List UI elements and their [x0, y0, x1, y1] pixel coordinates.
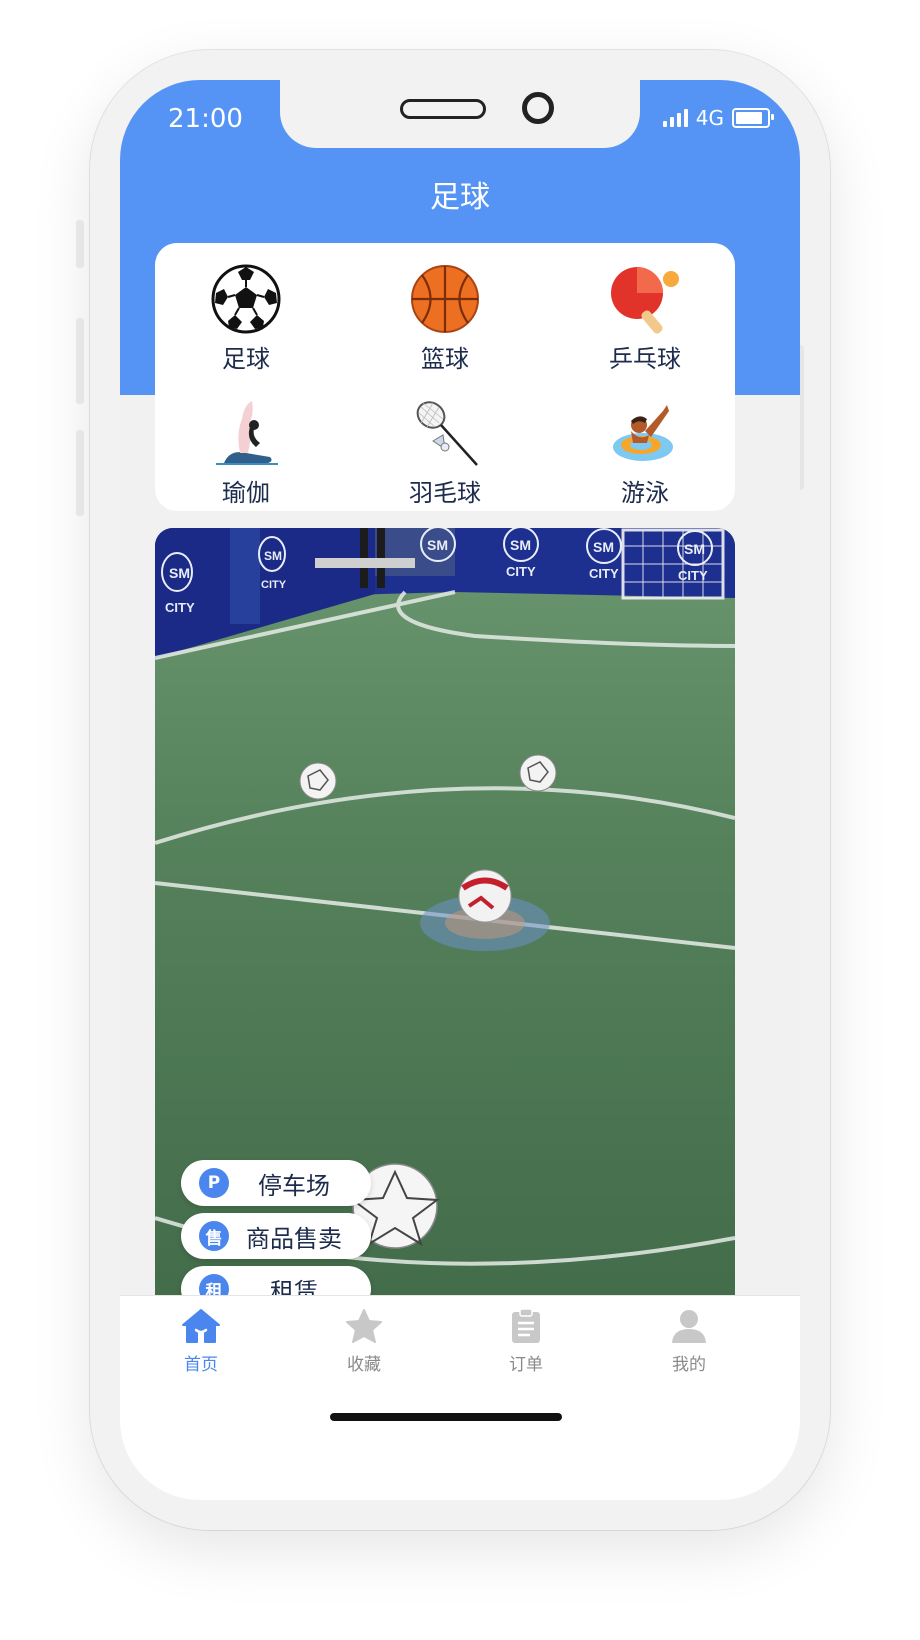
ping-pong-icon: [611, 267, 679, 334]
category-label: 羽毛球: [409, 479, 481, 507]
tab-label: 首页: [184, 1355, 218, 1375]
wall-logo-top: SM: [684, 541, 705, 557]
category-label: 瑜伽: [222, 479, 270, 507]
wall-logo-top: SM: [593, 539, 614, 555]
category-swimming[interactable]: 游泳: [550, 397, 740, 508]
basketball-icon: [411, 265, 479, 333]
volume-up-button: [76, 318, 84, 404]
clipboard-icon: [512, 1308, 540, 1343]
battery-icon: [732, 108, 774, 128]
soccer-ball-icon: [211, 264, 281, 334]
tab-profile[interactable]: 我的: [629, 1308, 749, 1375]
swimming-icon: [613, 405, 673, 461]
category-badminton[interactable]: 羽毛球: [350, 397, 540, 508]
parking-button[interactable]: P 停车场: [181, 1160, 371, 1206]
tab-label: 收藏: [347, 1355, 381, 1375]
tab-orders[interactable]: 订单: [466, 1308, 586, 1375]
notch: [280, 80, 640, 148]
category-ping-pong[interactable]: 乒乓球: [550, 263, 740, 374]
wall-logo-top: SM: [510, 537, 531, 553]
home-icon: [182, 1309, 220, 1343]
front-camera: [522, 92, 554, 124]
badminton-icon: [416, 401, 478, 466]
status-indicators: 4G: [662, 106, 774, 130]
parking-icon: P: [199, 1168, 229, 1198]
app-screen: 21:00 4G 足球 足球 篮球 乒乓球 瑜伽 羽毛球 游泳 SM CITY …: [120, 80, 800, 1500]
product-sale-label: 商品售卖: [246, 1224, 342, 1253]
category-label: 乒乓球: [609, 345, 681, 373]
category-label: 篮球: [421, 345, 469, 373]
category-soccer[interactable]: 足球: [151, 263, 341, 374]
user-icon: [672, 1310, 706, 1343]
category-grid: 足球 篮球 乒乓球 瑜伽 羽毛球 游泳: [155, 243, 735, 511]
yoga-icon: [216, 401, 278, 465]
speaker-grille: [400, 99, 486, 119]
banner-image[interactable]: SM CITY SM CITY SM SM CITY SM CITY SM CI…: [155, 528, 735, 1308]
category-label: 足球: [222, 345, 270, 373]
parking-label: 停车场: [258, 1171, 330, 1200]
category-yoga[interactable]: 瑜伽: [151, 397, 341, 508]
category-label: 游泳: [621, 479, 669, 507]
wall-logo-bottom: CITY: [589, 566, 619, 581]
category-basketball[interactable]: 篮球: [350, 263, 540, 374]
tab-label: 订单: [509, 1355, 543, 1375]
tab-label: 我的: [672, 1355, 706, 1375]
signal-icon: [662, 109, 688, 127]
bottom-tab-bar: 首页 收藏 订单 我的: [120, 1295, 800, 1500]
tab-home[interactable]: 首页: [141, 1308, 261, 1375]
sale-icon: 售: [199, 1221, 229, 1251]
wall-logo-bottom: CITY: [165, 600, 195, 615]
star-icon: [346, 1309, 382, 1343]
mute-switch: [76, 220, 84, 268]
home-indicator[interactable]: [330, 1413, 562, 1421]
wall-logo-top: SM: [264, 549, 282, 563]
wall-logo-bottom: CITY: [261, 579, 287, 591]
wall-logo-top: SM: [427, 537, 448, 553]
wall-logo-top: SM: [169, 565, 190, 581]
tab-favorites[interactable]: 收藏: [304, 1308, 424, 1375]
wall-logo-bottom: CITY: [506, 564, 536, 579]
volume-down-button: [76, 430, 84, 516]
status-time: 21:00: [168, 104, 243, 134]
page-title: 足球: [430, 180, 490, 215]
network-type: 4G: [695, 106, 724, 130]
product-sale-button[interactable]: 售 商品售卖: [181, 1213, 371, 1259]
